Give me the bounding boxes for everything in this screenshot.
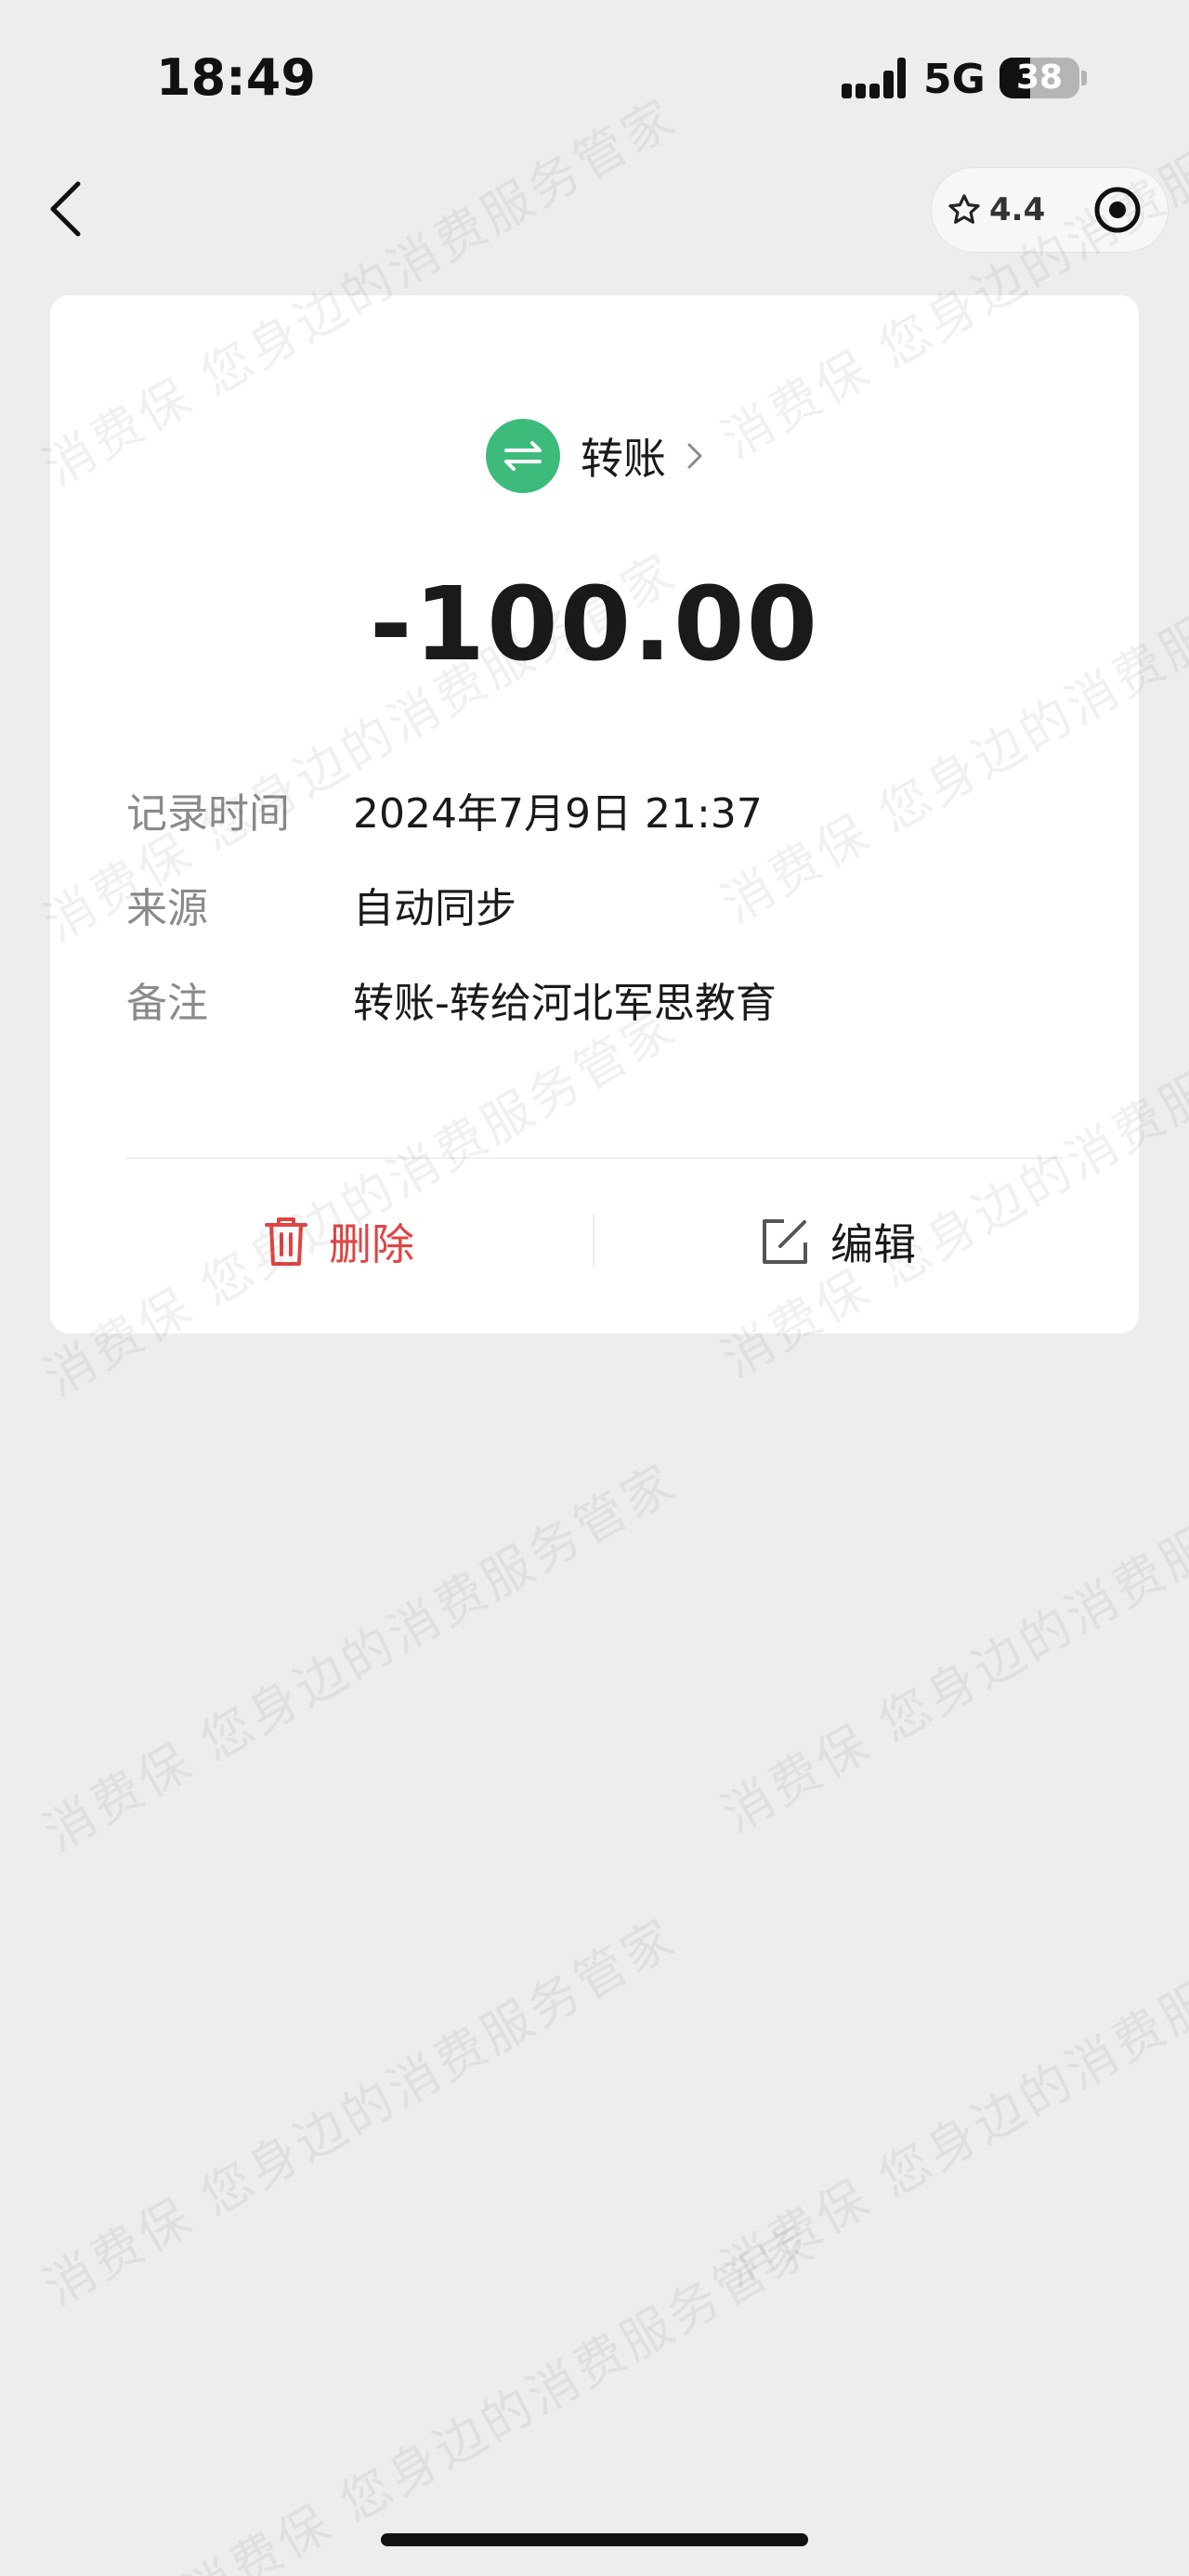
card-divider (126, 1157, 1063, 1159)
status-bar: 18:49 5G 38 (0, 0, 1189, 158)
info-value: 2024年7月9日 21:37 (353, 790, 763, 838)
network-label: 5G (923, 56, 986, 103)
edit-icon (763, 1219, 807, 1264)
watermark: 消费保 您身边的消费服务管家 (712, 1433, 1189, 1844)
delete-button[interactable]: 删除 (264, 1207, 414, 1276)
edit-button[interactable]: 编辑 (760, 1207, 916, 1276)
battery-cap (1081, 71, 1087, 85)
home-indicator[interactable] (381, 2533, 808, 2546)
info-label: 记录时间 (126, 790, 290, 838)
info-row-time: 记录时间 2024年7月9日 21:37 (126, 782, 763, 838)
info-row-source: 来源 自动同步 (126, 877, 516, 932)
mini-program-capsule: 4.4 (931, 167, 1169, 253)
action-divider (593, 1215, 594, 1267)
record-card: 转账 -100.00 记录时间 2024年7月9日 21:37 来源 自动同步 … (50, 295, 1139, 1334)
signal-icon (842, 58, 906, 98)
chevron-left-icon (50, 181, 81, 237)
chevron-right-icon (687, 443, 702, 469)
target-icon (1094, 187, 1141, 233)
rating-value: 4.4 (989, 191, 1046, 228)
info-value: 转账-转给河北军思教育 (353, 980, 777, 1027)
rating-button[interactable]: 4.4 (947, 168, 1045, 252)
trash-icon (265, 1217, 307, 1266)
info-row-note: 备注 转账-转给河北军思教育 (126, 971, 777, 1027)
watermark: 消费保 您身边的消费服务管家 (173, 2213, 827, 2576)
battery-level: 38 (1015, 59, 1064, 97)
back-button[interactable] (37, 178, 93, 240)
info-value: 自动同步 (353, 885, 516, 932)
amount: -100.00 (369, 565, 820, 683)
transfer-arrows-icon (486, 419, 560, 493)
watermark: 消费保 您身边的消费服务管家 (712, 1888, 1189, 2299)
status-time: 18:49 (156, 48, 316, 107)
watermark: 消费保 您身边的消费服务管家 (33, 1906, 687, 2318)
category-label: 转账 (581, 434, 666, 484)
battery-icon: 38 (1000, 58, 1079, 98)
delete-label: 删除 (329, 1219, 414, 1269)
target-button[interactable] (1080, 168, 1155, 252)
info-label: 来源 (126, 885, 208, 932)
category-link[interactable]: 转账 (50, 418, 1139, 494)
star-outline-icon (948, 194, 980, 224)
edit-label: 编辑 (830, 1219, 916, 1269)
info-label: 备注 (126, 980, 208, 1027)
watermark: 消费保 您身边的消费服务管家 (33, 1451, 687, 1863)
